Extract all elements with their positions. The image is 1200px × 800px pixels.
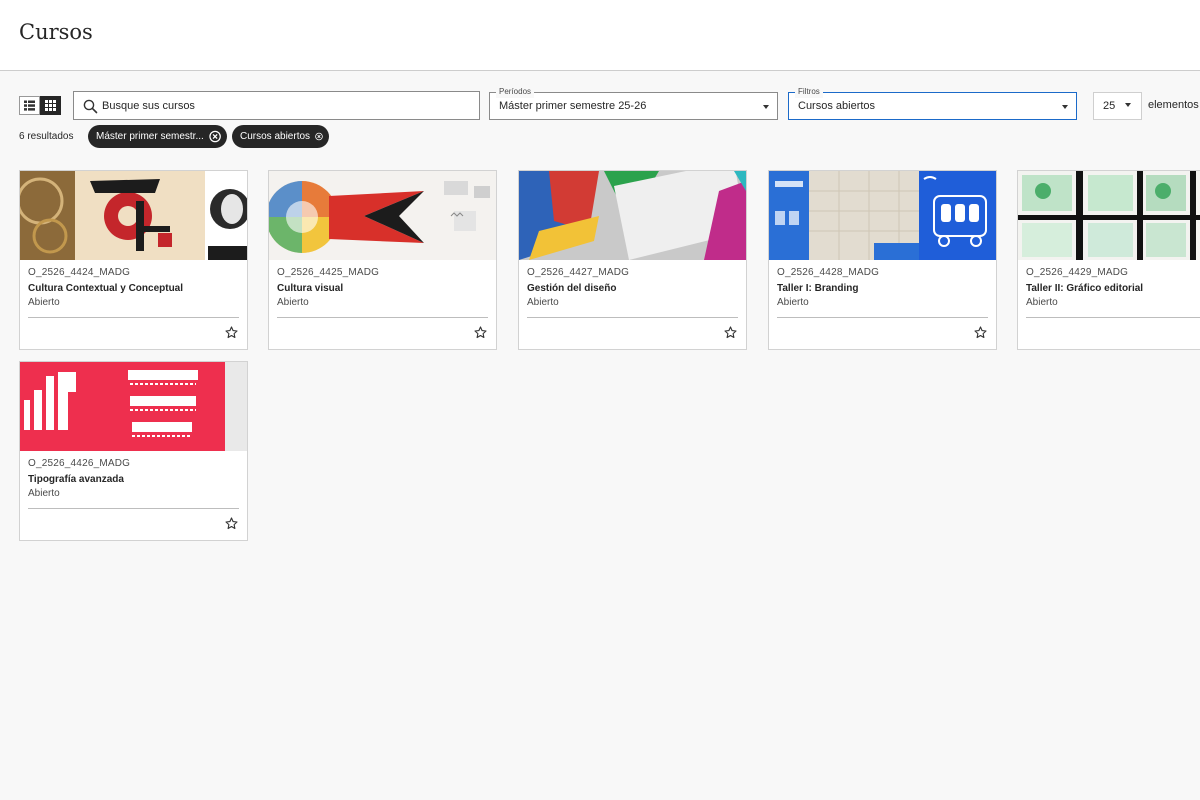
- search-box: [73, 91, 480, 120]
- course-status: Abierto: [1026, 297, 1058, 308]
- course-name[interactable]: Cultura Contextual y Conceptual: [28, 283, 183, 294]
- chevron-down-icon: [1125, 103, 1131, 107]
- course-name[interactable]: Taller II: Gráfico editorial: [1026, 283, 1143, 294]
- star-icon[interactable]: [974, 326, 987, 339]
- course-name[interactable]: Gestión del diseño: [527, 283, 616, 294]
- close-circle-icon[interactable]: [315, 130, 323, 143]
- chevron-down-icon: [1062, 105, 1068, 109]
- card-divider: [28, 508, 239, 509]
- course-status: Abierto: [277, 297, 309, 308]
- filter-chip-period[interactable]: Máster primer semestr...: [88, 125, 227, 148]
- course-thumbnail[interactable]: [519, 171, 746, 260]
- typography-poster-image: [20, 362, 247, 451]
- periods-label: Períodos: [496, 86, 535, 98]
- card-divider: [777, 317, 988, 318]
- search-icon: [83, 99, 98, 114]
- per-page-select[interactable]: 25: [1093, 92, 1142, 120]
- search-input[interactable]: [102, 93, 472, 118]
- course-code: O_2526_4427_MADG: [527, 267, 630, 278]
- course-thumbnail[interactable]: [20, 171, 247, 260]
- course-code: O_2526_4429_MADG: [1026, 267, 1129, 278]
- chevron-down-icon: [763, 105, 769, 109]
- chip-label: Cursos abiertos: [240, 131, 311, 142]
- filter-chip-open-courses[interactable]: Cursos abiertos: [232, 125, 329, 148]
- course-card[interactable]: O_2526_4425_MADG Cultura visual Abierto: [268, 170, 497, 350]
- course-card[interactable]: O_2526_4429_MADG Taller II: Gráfico edit…: [1017, 170, 1200, 350]
- course-code: O_2526_4426_MADG: [28, 458, 131, 469]
- card-divider: [28, 317, 239, 318]
- course-name[interactable]: Tipografía avanzada: [28, 474, 124, 485]
- course-status: Abierto: [28, 488, 60, 499]
- branding-posters-image: [769, 171, 996, 260]
- periods-value: Máster primer semestre 25-26: [499, 100, 647, 112]
- page-header: Cursos: [0, 0, 1200, 71]
- result-count: 6 resultados: [19, 131, 74, 142]
- view-toggle: [19, 96, 61, 115]
- course-status: Abierto: [777, 297, 809, 308]
- filters-label: Filtros: [795, 86, 823, 98]
- course-thumbnail[interactable]: [269, 171, 496, 260]
- course-card[interactable]: O_2526_4428_MADG Taller I: Branding Abie…: [768, 170, 997, 350]
- editorial-print-image: [1018, 171, 1200, 260]
- course-status: Abierto: [527, 297, 559, 308]
- course-card[interactable]: O_2526_4426_MADG Tipografía avanzada Abi…: [19, 361, 248, 541]
- card-divider: [1026, 317, 1200, 318]
- course-card[interactable]: O_2526_4427_MADG Gestión del diseño Abie…: [518, 170, 747, 350]
- per-page-label: elementos p: [1148, 99, 1200, 111]
- star-icon[interactable]: [474, 326, 487, 339]
- course-status: Abierto: [28, 297, 60, 308]
- course-thumbnail[interactable]: [20, 362, 247, 451]
- course-thumbnail[interactable]: [1018, 171, 1200, 260]
- card-divider: [527, 317, 738, 318]
- color-wheel-image: [269, 171, 496, 260]
- grid-view-button[interactable]: [40, 96, 61, 115]
- course-card[interactable]: O_2526_4424_MADG Cultura Contextual y Co…: [19, 170, 248, 350]
- course-code: O_2526_4425_MADG: [277, 267, 380, 278]
- page-title: Cursos: [19, 20, 93, 44]
- course-name[interactable]: Taller I: Branding: [777, 283, 859, 294]
- filters-value: Cursos abiertos: [798, 100, 876, 112]
- course-code: O_2526_4428_MADG: [777, 267, 880, 278]
- periods-select[interactable]: Períodos Máster primer semestre 25-26: [489, 86, 778, 120]
- course-thumbnail[interactable]: [769, 171, 996, 260]
- grid-view-icon: [45, 100, 56, 111]
- close-circle-icon[interactable]: [209, 130, 221, 143]
- filters-select[interactable]: Filtros Cursos abiertos: [788, 86, 1077, 120]
- chip-label: Máster primer semestr...: [96, 131, 204, 142]
- card-divider: [277, 317, 488, 318]
- per-page-value: 25: [1103, 100, 1116, 112]
- star-icon[interactable]: [724, 326, 737, 339]
- list-view-icon: [24, 100, 35, 111]
- course-name[interactable]: Cultura visual: [277, 283, 343, 294]
- star-icon[interactable]: [225, 517, 238, 530]
- list-view-button[interactable]: [19, 96, 40, 115]
- agenda-booklet-image: [519, 171, 746, 260]
- course-code: O_2526_4424_MADG: [28, 267, 131, 278]
- star-icon[interactable]: [225, 326, 238, 339]
- bauhaus-poster-image: [20, 171, 247, 260]
